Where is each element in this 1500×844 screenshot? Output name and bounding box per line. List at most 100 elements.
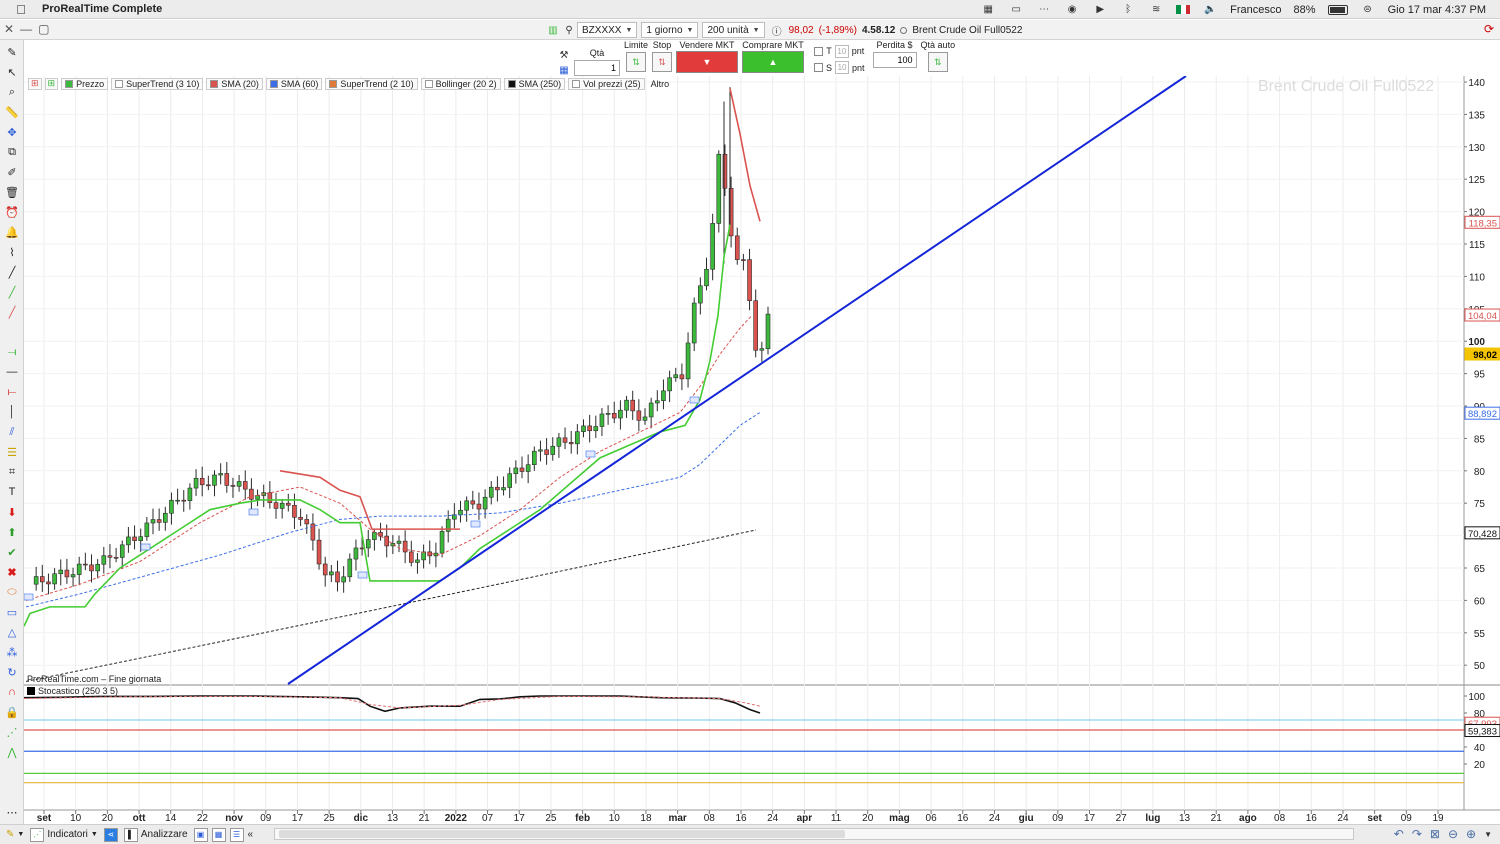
alarm-icon[interactable]: ⏰	[3, 204, 21, 220]
trend-template-icon[interactable]: ⋰	[3, 724, 21, 740]
trash-icon[interactable]: 🗑	[3, 184, 21, 200]
analyze-button[interactable]: ▌ Analizzare	[123, 827, 188, 842]
restore-icon[interactable]: ▢	[38, 22, 49, 36]
lock-drawings-icon[interactable]: 🔒	[3, 704, 21, 720]
pencil-icon[interactable]: ✎	[3, 44, 21, 60]
zigzag-icon[interactable]: ⋀	[3, 744, 21, 760]
volume-icon[interactable]: 🔈	[1202, 4, 1218, 16]
close-icon[interactable]: ✕	[4, 22, 14, 36]
zoom-in-icon[interactable]: ⊕	[1466, 827, 1476, 841]
take-profit-input[interactable]: 10	[834, 44, 849, 58]
app-name[interactable]: ProRealTime Complete	[42, 3, 162, 15]
pipette-icon[interactable]: ⌇	[3, 244, 21, 260]
legend-settings[interactable]: ⊞	[28, 77, 42, 90]
bluetooth-icon[interactable]: ᛒ	[1120, 4, 1136, 16]
record-icon[interactable]: ◉	[1064, 4, 1080, 16]
scroll-first-button[interactable]: «	[248, 829, 254, 840]
wrench-icon[interactable]: ⚒	[556, 49, 572, 61]
zoom-reset-icon[interactable]: ⊠	[1430, 827, 1440, 841]
ruler-icon[interactable]: 📏	[3, 104, 21, 120]
lock-icon[interactable]: ⚲	[561, 24, 577, 36]
line-tool-icon[interactable]: ╱	[3, 264, 21, 280]
take-profit-checkbox[interactable]	[814, 46, 824, 56]
refresh-icon[interactable]: ⟳	[1484, 22, 1494, 36]
zoom-icon[interactable]: ⌕	[3, 84, 21, 100]
red-line-icon[interactable]: ╱	[3, 304, 21, 320]
stop-loss-input[interactable]: 10	[835, 61, 850, 75]
legend-item[interactable]: Bollinger (20 2)	[420, 77, 501, 90]
horizontal-red-icon[interactable]: ⟝	[3, 384, 21, 400]
user-name[interactable]: Francesco	[1230, 4, 1281, 16]
control-center-icon[interactable]: ⊜	[1360, 4, 1376, 16]
screen-button[interactable]: ▣	[193, 827, 208, 842]
cursor-icon[interactable]: ↖	[3, 64, 21, 80]
zoom-out-icon[interactable]: ⊖	[1448, 827, 1458, 841]
stop-loss-checkbox[interactable]	[814, 63, 824, 73]
chevron-down-icon[interactable]: ▼	[1484, 830, 1492, 841]
list-button[interactable]: ☰	[229, 827, 244, 842]
palette-more-icon[interactable]: ⋯	[3, 804, 21, 820]
legend-item[interactable]: SuperTrend (3 10)	[111, 77, 204, 90]
redo-icon[interactable]: ↷	[1412, 827, 1422, 841]
legend-item[interactable]: SMA (20)	[206, 77, 263, 90]
clock[interactable]: Gio 17 mar 4:37 PM	[1388, 4, 1486, 16]
brush-icon[interactable]: ✐	[3, 164, 21, 180]
rectangle-icon[interactable]: ▭	[3, 604, 21, 620]
timeframe-select[interactable]: 1 giorno ▼	[641, 22, 699, 38]
indicators-button[interactable]: ⋰ Indicatori ▼	[30, 827, 98, 842]
keypad-icon[interactable]: ▦	[556, 64, 572, 76]
window-icon[interactable]: ▭	[1008, 4, 1024, 16]
gann-icon[interactable]: ⌗	[3, 464, 21, 480]
copy-icon[interactable]: ⧉	[3, 144, 21, 160]
battery-icon[interactable]	[1327, 4, 1348, 15]
legend-item[interactable]: Altro	[648, 78, 673, 90]
legend-item[interactable]: SMA (60)	[265, 77, 323, 90]
buy-market-button[interactable]: ▲	[742, 51, 805, 73]
channel-icon[interactable]: ⫽	[3, 424, 21, 440]
move-icon[interactable]: ✥	[3, 124, 21, 140]
app-status-icon[interactable]: ▦	[980, 4, 996, 16]
share-button[interactable]: ⋖	[103, 827, 118, 842]
legend-item[interactable]: SMA (250)	[503, 77, 566, 90]
info-icon[interactable]: ⓘ	[769, 24, 785, 38]
draw-toggle[interactable]: ✎ ▼	[6, 829, 24, 840]
ticker-select[interactable]: BZXXXX ▼	[577, 22, 638, 38]
wifi-icon[interactable]: ≋	[1148, 4, 1164, 16]
legend-item[interactable]: Vol prezzi (25)	[568, 77, 645, 90]
horizontal-scrollbar[interactable]	[274, 828, 1354, 840]
legend-item[interactable]: Prezzo	[61, 77, 109, 90]
chart-type-icon[interactable]: ▥	[545, 24, 561, 36]
bell-icon[interactable]: 🔔	[3, 224, 21, 240]
qty-input[interactable]	[574, 60, 620, 76]
minimize-icon[interactable]: —	[20, 22, 32, 36]
magnet-icon[interactable]: ∩	[3, 684, 21, 700]
check-icon[interactable]: ✔	[3, 544, 21, 560]
text-tool-icon[interactable]: T	[3, 484, 21, 500]
fibonacci-icon[interactable]: ☰	[3, 444, 21, 460]
undo-icon[interactable]: ↶	[1394, 827, 1404, 841]
input-source-flag-icon[interactable]	[1176, 5, 1191, 14]
cycle-icon[interactable]: ↻	[3, 664, 21, 680]
sell-market-button[interactable]: ▼	[676, 51, 739, 73]
horizontal-line-icon[interactable]: —	[3, 364, 21, 380]
green-line-icon[interactable]: ╱	[3, 284, 21, 300]
play-icon[interactable]: ▶	[1092, 4, 1108, 16]
pattern-icon[interactable]: ⁂	[3, 644, 21, 660]
price-chart[interactable]: set 10 20 ott 14 22 nov 09 17 25 dic 13 21 2022 07 17 25…	[24, 76, 1500, 824]
scrollbar-thumb[interactable]	[279, 830, 845, 838]
grid-button[interactable]: ▦	[211, 827, 226, 842]
horizontal-green-icon[interactable]: ⟞	[3, 344, 21, 360]
dots-icon[interactable]: ⋯	[1036, 4, 1052, 16]
units-select[interactable]: 200 unità ▼	[702, 22, 765, 38]
apple-icon[interactable]: 	[14, 2, 28, 17]
vertical-line-icon[interactable]: │	[3, 404, 21, 420]
cross-icon[interactable]: ✖	[3, 564, 21, 580]
down-arrow-icon[interactable]: ⬇	[3, 504, 21, 520]
legend-settings-2[interactable]: ⊞	[44, 77, 59, 90]
stochastic-label[interactable]: Stocastico (250 3 5)	[27, 686, 118, 696]
legend-item[interactable]: SuperTrend (2 10)	[325, 77, 418, 90]
auto-qty-button[interactable]: ⇅	[927, 52, 948, 72]
ellipse-icon[interactable]: ⬭	[3, 584, 21, 600]
triangle-icon[interactable]: △	[3, 624, 21, 640]
limit-order-button[interactable]: ⇅	[626, 52, 646, 72]
